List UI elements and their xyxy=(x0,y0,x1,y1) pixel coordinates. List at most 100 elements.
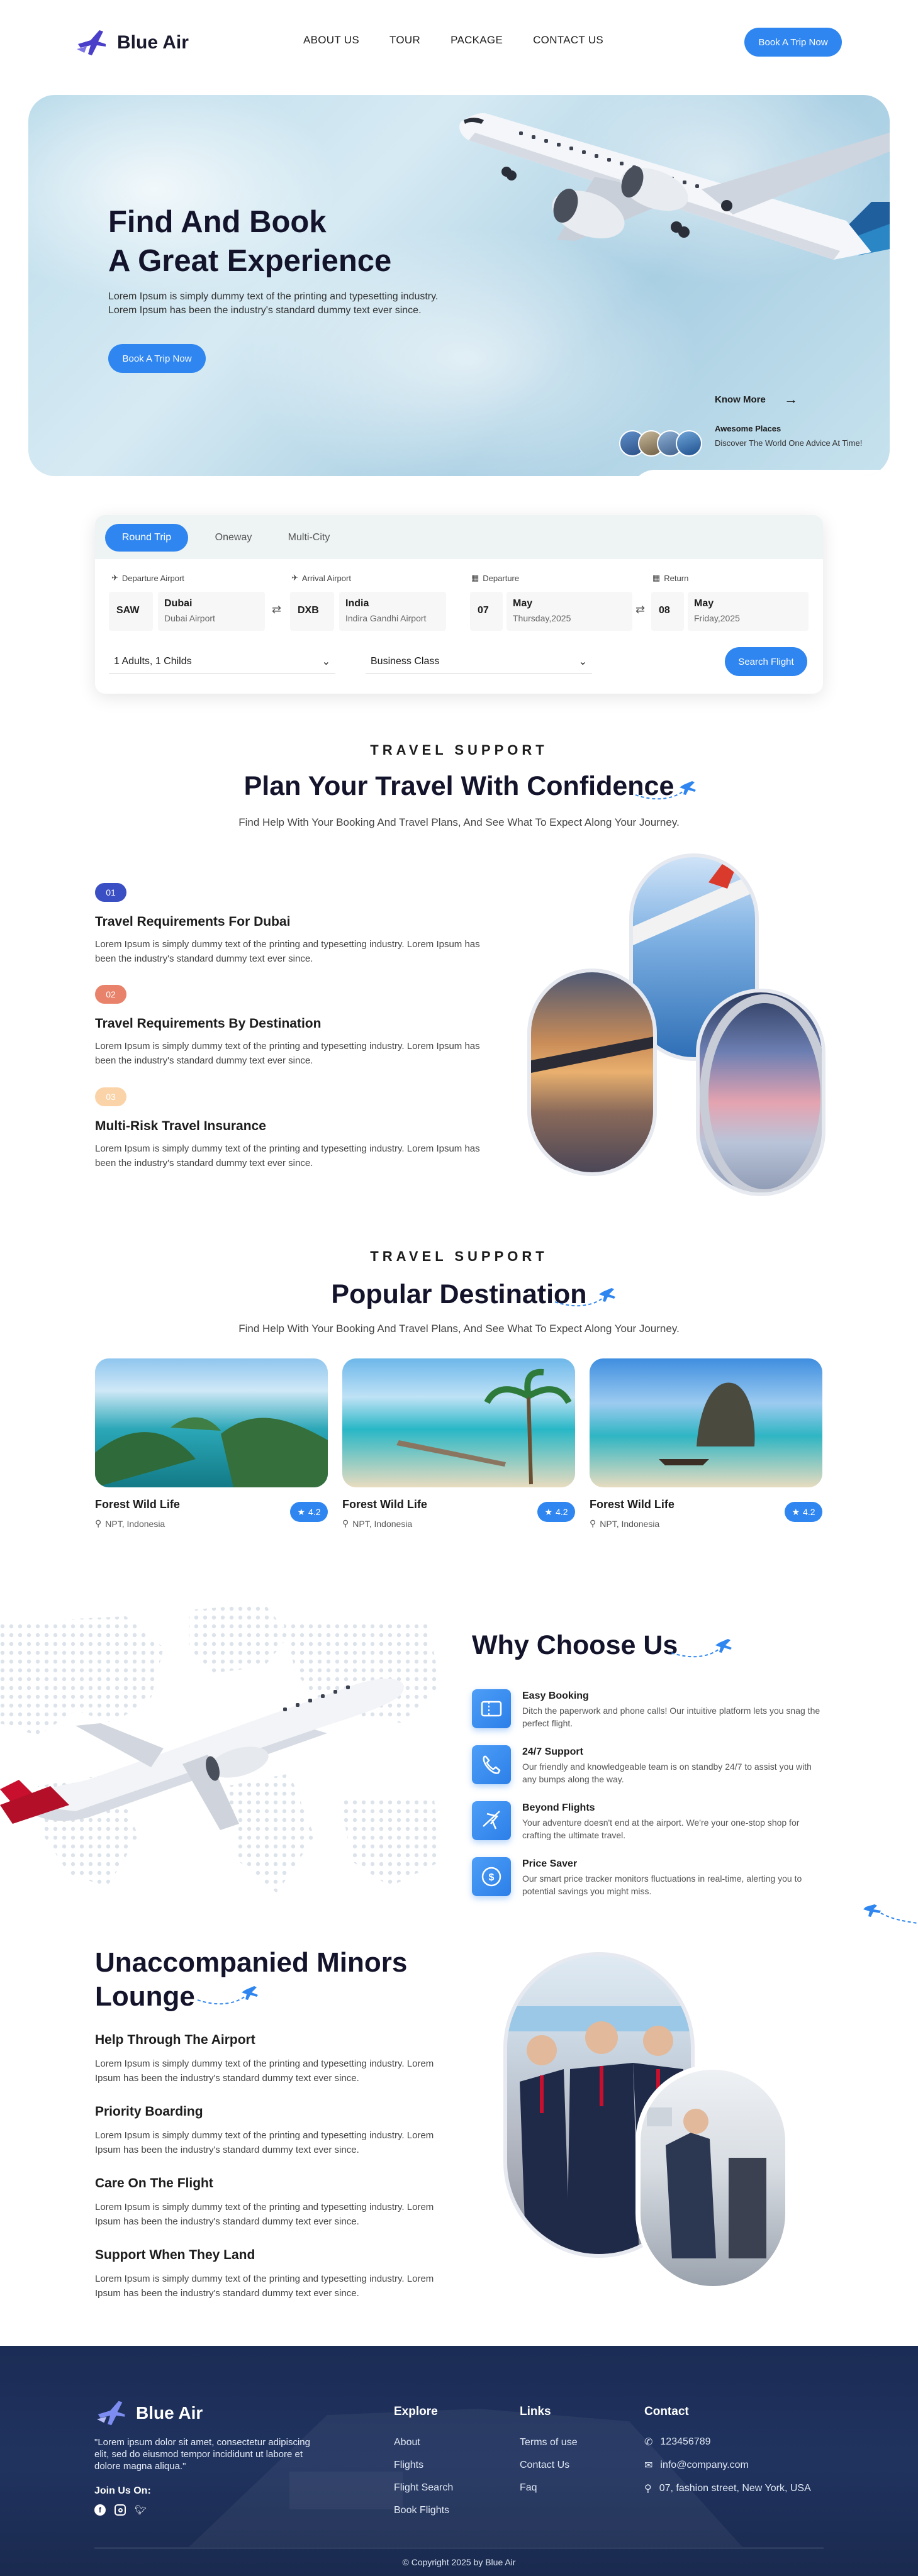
return-date: Friday,2025 xyxy=(694,613,740,623)
passengers-select[interactable]: 1 Adults, 1 Childs ⌄ xyxy=(109,649,335,674)
destination-card[interactable]: Forest Wild Life ★ 4.2 ⚲ NPT, Indonesia xyxy=(95,1358,328,1529)
window-illustration xyxy=(700,994,822,1192)
departure-date-field[interactable]: May Thursday,2025 xyxy=(507,592,632,631)
why-item: $ Price Saver Our smart price tracker mo… xyxy=(472,1857,824,1907)
lounge-item-title: Help Through The Airport xyxy=(95,2033,255,2047)
to-code-field[interactable]: DXB xyxy=(290,592,334,631)
lounge-title-line-2: Lounge xyxy=(95,1981,195,2012)
from-code-field[interactable]: SAW xyxy=(109,592,153,631)
facebook-icon[interactable]: f xyxy=(94,2504,106,2516)
twitter-icon[interactable]: 🐦︎ xyxy=(135,2504,147,2516)
hero-book-trip-button[interactable]: Book A Trip Now xyxy=(108,344,206,373)
why-item: Easy Booking Ditch the paperwork and pho… xyxy=(472,1689,824,1740)
return-day-field[interactable]: 08 xyxy=(651,592,684,631)
nav-item-tour[interactable]: TOUR xyxy=(389,34,420,47)
search-flight-button[interactable]: Search Flight xyxy=(725,647,807,676)
nav-item-package[interactable]: PACKAGE xyxy=(451,34,503,47)
to-airport: Indira Gandhi Airport xyxy=(345,613,427,623)
swap-airports-icon[interactable]: ⇄ xyxy=(272,603,281,616)
place-avatar xyxy=(676,430,702,457)
departure-day: 07 xyxy=(478,605,489,616)
contact-phone[interactable]: ✆ 123456789 xyxy=(644,2436,711,2448)
star-icon: ★ xyxy=(544,1506,553,1517)
footer-link-book-flights[interactable]: Book Flights xyxy=(394,2505,449,2516)
departure-day-field[interactable]: 07 xyxy=(470,592,503,631)
destination-image xyxy=(590,1358,822,1487)
support-item[interactable]: 02 Travel Requirements By Destination Lo… xyxy=(95,985,485,1068)
destination-card[interactable]: Forest Wild Life ★ 4.2 ⚲ NPT, Indonesia xyxy=(590,1358,822,1529)
chevron-down-icon: ⌄ xyxy=(322,656,330,667)
mail-icon: ✉ xyxy=(644,2460,653,2471)
footer-brand-logo[interactable]: Blue Air xyxy=(94,2396,203,2430)
star-icon: ★ xyxy=(792,1506,800,1517)
svg-text:$: $ xyxy=(489,1872,495,1883)
site-footer: Blue Air "Lorem ipsum dolor sit amet, co… xyxy=(0,2346,918,2576)
plane-landing-icon: ✈ xyxy=(291,573,298,582)
lounge-item: Care On The Flight Lorem Ipsum is simply… xyxy=(95,2176,447,2229)
support-item[interactable]: 03 Multi-Risk Travel Insurance Lorem Ips… xyxy=(95,1087,485,1170)
departure-airport-label: ✈ Departure Airport xyxy=(111,573,184,583)
footer-link-contact[interactable]: Contact Us xyxy=(520,2460,569,2471)
location-text: NPT, Indonesia xyxy=(352,1518,413,1529)
location-text: NPT, Indonesia xyxy=(105,1518,165,1529)
destination-card[interactable]: Forest Wild Life ★ 4.2 ⚲ NPT, Indonesia xyxy=(342,1358,575,1529)
departure-date-label-text: Departure xyxy=(483,573,520,583)
why-item-title: Price Saver xyxy=(522,1858,578,1869)
why-item-desc: Your adventure doesn't end at the airpor… xyxy=(522,1818,800,1840)
cabin-class-value: Business Class xyxy=(371,655,440,667)
nav-book-trip-button[interactable]: Book A Trip Now xyxy=(744,28,842,57)
departure-date: Thursday,2025 xyxy=(513,613,571,623)
lounge-item-desc: Lorem Ipsum is simply dummy text of the … xyxy=(95,2130,434,2155)
return-date-label: ▦ Return xyxy=(652,573,688,583)
destination-image xyxy=(342,1358,575,1487)
footer-link-flight-search[interactable]: Flight Search xyxy=(394,2482,453,2494)
nav-item-contact-us[interactable]: CONTACT US xyxy=(533,34,603,47)
flight-path-icon xyxy=(671,1639,732,1658)
rating-value: 4.2 xyxy=(556,1507,568,1517)
return-date-field[interactable]: May Friday,2025 xyxy=(688,592,809,631)
from-airport-field[interactable]: Dubai Dubai Airport xyxy=(158,592,265,631)
to-airport-field[interactable]: India Indira Gandhi Airport xyxy=(339,592,446,631)
lounge-item-desc: Lorem Ipsum is simply dummy text of the … xyxy=(95,2202,434,2227)
support-item-title: Travel Requirements For Dubai xyxy=(95,914,291,929)
departure-month: May xyxy=(513,598,533,609)
footer-link-faq[interactable]: Faq xyxy=(520,2482,537,2494)
arrival-airport-label: ✈ Arrival Airport xyxy=(291,573,351,583)
lounge-item-title: Care On The Flight xyxy=(95,2176,213,2190)
destination-location: ⚲ NPT, Indonesia xyxy=(95,1518,165,1529)
return-day: 08 xyxy=(659,605,670,616)
return-date-label-text: Return xyxy=(664,573,689,583)
why-item-title: 24/7 Support xyxy=(522,1746,583,1757)
cabin-crew-photo xyxy=(635,2065,790,2291)
contact-email[interactable]: ✉ info@company.com xyxy=(644,2459,749,2472)
swap-dates-icon[interactable]: ⇄ xyxy=(635,603,645,616)
footer-link-terms[interactable]: Terms of use xyxy=(520,2437,578,2448)
card-title: Awesome Places xyxy=(715,424,781,433)
support-item-desc: Lorem Ipsum is simply dummy text of the … xyxy=(95,1041,480,1066)
cabin-class-select[interactable]: Business Class ⌄ xyxy=(366,649,592,674)
step-badge: 02 xyxy=(95,985,126,1004)
why-title: Why Choose Us xyxy=(472,1630,678,1660)
brand-logo[interactable]: Blue Air xyxy=(74,25,189,60)
arrow-right-icon[interactable]: → xyxy=(784,391,798,408)
rating-badge: ★ 4.2 xyxy=(785,1502,822,1522)
lounge-item-title: Support When They Land xyxy=(95,2248,255,2262)
tab-oneway[interactable]: Oneway xyxy=(202,524,265,552)
nav-item-about-us[interactable]: ABOUT US xyxy=(303,34,359,47)
rating-badge: ★ 4.2 xyxy=(290,1502,328,1522)
tab-multi-city[interactable]: Multi-City xyxy=(271,524,347,552)
hero-title: Find And Book A Great Experience xyxy=(108,203,391,280)
footer-link-about[interactable]: About xyxy=(394,2437,420,2448)
hero-title-line-2: A Great Experience xyxy=(108,244,392,278)
why-item-title: Beyond Flights xyxy=(522,1802,595,1813)
footer-link-flights[interactable]: Flights xyxy=(394,2460,423,2471)
know-more-link[interactable]: Know More xyxy=(715,394,766,405)
lounge-item-desc: Lorem Ipsum is simply dummy text of the … xyxy=(95,2273,434,2299)
instagram-icon[interactable] xyxy=(115,2504,126,2516)
support-item[interactable]: 01 Travel Requirements For Dubai Lorem I… xyxy=(95,883,485,966)
tab-round-trip[interactable]: Round Trip xyxy=(105,524,188,552)
why-item: 24/7 Support Our friendly and knowledgea… xyxy=(472,1745,824,1796)
copyright: © Copyright 2025 by Blue Air xyxy=(402,2557,516,2567)
pier-palm-illustration xyxy=(396,1368,572,1485)
rock-boat-illustration xyxy=(659,1382,755,1465)
